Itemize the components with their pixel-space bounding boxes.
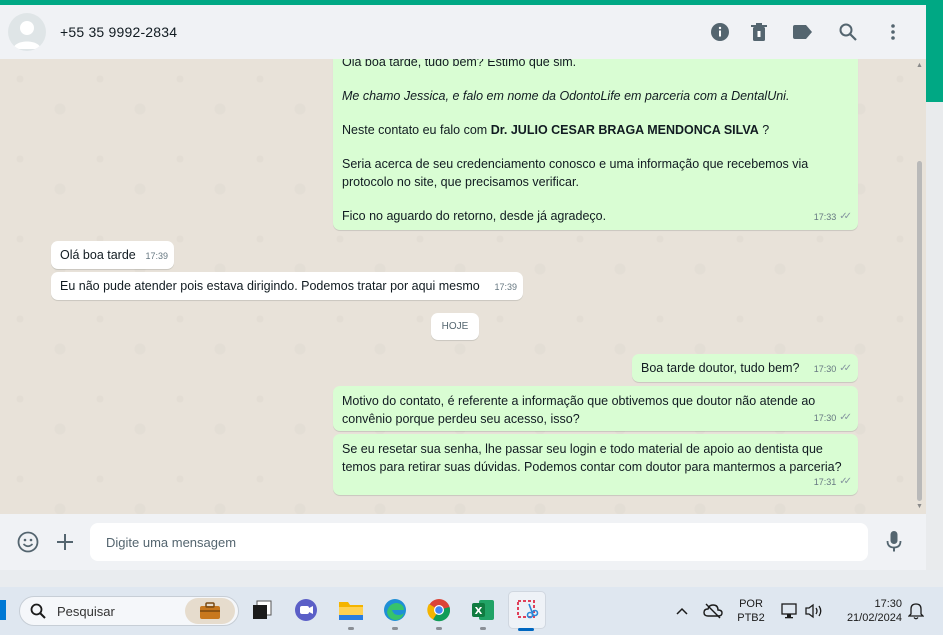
scroll-down-arrow-icon[interactable]: ▼ (916, 503, 923, 510)
teams-icon[interactable] (293, 597, 319, 623)
chrome-icon[interactable] (426, 597, 452, 623)
snipping-tool-icon[interactable] (514, 597, 540, 623)
message-bubble-incoming[interactable]: Olá boa tarde 17:39 (51, 241, 174, 269)
desktop-accent-side (926, 5, 943, 102)
message-composer (0, 514, 926, 570)
scroll-up-arrow-icon[interactable]: ▲ (916, 62, 923, 69)
chat-header: +55 35 9992-2834 (0, 5, 926, 59)
search-icon[interactable] (837, 21, 859, 43)
message-paragraph: Olá boa tarde, tudo bem? Estimo que sim. (342, 59, 577, 69)
message-bubble-outgoing[interactable]: Se eu resetar sua senha, lhe passar seu … (333, 434, 858, 495)
briefcase-icon[interactable] (185, 598, 235, 624)
default-avatar-icon (13, 21, 41, 49)
volume-icon[interactable] (801, 598, 827, 624)
message-bubble-outgoing[interactable]: Motivo do contato, é referente a informa… (333, 386, 858, 431)
clock-time: 17:30 (874, 598, 902, 610)
message-bubble-outgoing[interactable]: Olá boa tarde, tudo bem? Estimo que sim.… (333, 59, 858, 230)
read-ticks-icon: ✓✓ (839, 363, 852, 374)
message-text: Motivo do contato, é referente a informa… (342, 394, 816, 426)
start-button-edge[interactable] (0, 600, 6, 620)
excel-icon[interactable]: X (470, 597, 496, 623)
message-paragraph: Seria acerca de seu credenciamento conos… (342, 157, 809, 189)
message-text: Boa tarde doutor, tudo bem? (641, 361, 800, 375)
edge-icon[interactable] (382, 597, 408, 623)
message-bubble-incoming[interactable]: Eu não pude atender pois estava dirigind… (51, 272, 523, 300)
message-meta: 17:30 ✓✓ (814, 360, 852, 378)
message-text: Se eu resetar sua senha, lhe passar seu … (342, 442, 842, 474)
message-meta: 17:31 ✓✓ (814, 473, 852, 491)
clock-date: 21/02/2024 (846, 612, 902, 624)
message-time: 17:39 (145, 251, 168, 261)
notification-bell-icon[interactable] (903, 598, 929, 624)
date-divider: HOJE (431, 313, 479, 340)
label-icon[interactable] (792, 21, 814, 43)
read-ticks-icon: ✓✓ (839, 476, 852, 487)
language-code: POR (739, 598, 763, 610)
read-ticks-icon: ✓✓ (839, 412, 852, 423)
message-input[interactable] (90, 523, 868, 561)
trash-icon[interactable] (748, 21, 770, 43)
chevron-up-icon[interactable] (669, 598, 695, 624)
taskbar-clock[interactable]: 17:30 21/02/2024 (836, 597, 902, 625)
info-icon[interactable] (709, 21, 731, 43)
taskbar-search[interactable]: Pesquisar (19, 596, 239, 626)
file-explorer-icon[interactable] (338, 597, 364, 623)
message-meta: 17:39 (145, 247, 168, 265)
keyboard-layout-code: PTB2 (737, 612, 765, 624)
message-paragraph: Fico no aguardo do retorno, desde já agr… (342, 209, 607, 223)
more-vert-icon[interactable] (882, 21, 904, 43)
avatar[interactable] (8, 13, 46, 51)
taskbar-search-label: Pesquisar (57, 604, 115, 619)
emoji-icon[interactable] (16, 530, 40, 554)
message-text: Olá boa tarde (60, 248, 136, 262)
attach-plus-icon[interactable] (53, 530, 77, 554)
svg-text:X: X (475, 606, 483, 617)
message-paragraph: Me chamo Jessica, e falo em nome da Odon… (342, 89, 790, 103)
network-icon[interactable] (777, 598, 803, 624)
window-bottom-gap (0, 570, 943, 587)
scrollbar-thumb[interactable] (917, 161, 922, 501)
windows-taskbar: Pesquisar X POR PTB2 17:30 21/02/2024 (0, 587, 943, 635)
contact-name[interactable]: +55 35 9992-2834 (60, 24, 177, 40)
running-indicator (392, 627, 398, 630)
message-bubble-outgoing[interactable]: Boa tarde doutor, tudo bem? 17:30 ✓✓ (632, 354, 858, 382)
message-time: 17:33 (813, 212, 837, 222)
message-time: 17:39 (494, 282, 517, 292)
message-text: ? (758, 123, 770, 137)
message-time: 17:30 (813, 413, 837, 423)
message-meta: 17:39 (494, 278, 517, 296)
microphone-icon[interactable] (882, 530, 906, 554)
message-meta: 17:33 ✓✓ (814, 208, 852, 226)
message-meta: 17:30 ✓✓ (814, 409, 852, 427)
contact-full-name: Dr. JULIO CESAR BRAGA MENDONCA SILVA (490, 123, 759, 137)
message-text: Eu não pude atender pois estava dirigind… (60, 279, 480, 293)
keyboard-language[interactable]: POR PTB2 (735, 597, 767, 625)
desktop-side-panel (926, 102, 943, 570)
read-ticks-icon: ✓✓ (839, 211, 852, 222)
cloud-offline-icon[interactable] (700, 598, 726, 624)
message-text: Neste contato eu falo com (342, 123, 491, 137)
running-indicator (348, 627, 354, 630)
search-icon (30, 603, 46, 624)
chat-area[interactable]: Olá boa tarde, tudo bem? Estimo que sim.… (0, 59, 926, 514)
task-view-icon[interactable] (249, 597, 275, 623)
active-indicator (518, 628, 534, 631)
running-indicator (436, 627, 442, 630)
running-indicator (480, 627, 486, 630)
message-time: 17:31 (813, 477, 837, 487)
message-time: 17:30 (813, 364, 837, 374)
message-paragraph: Neste contato eu falo com Dr. JULIO CESA… (342, 121, 849, 139)
